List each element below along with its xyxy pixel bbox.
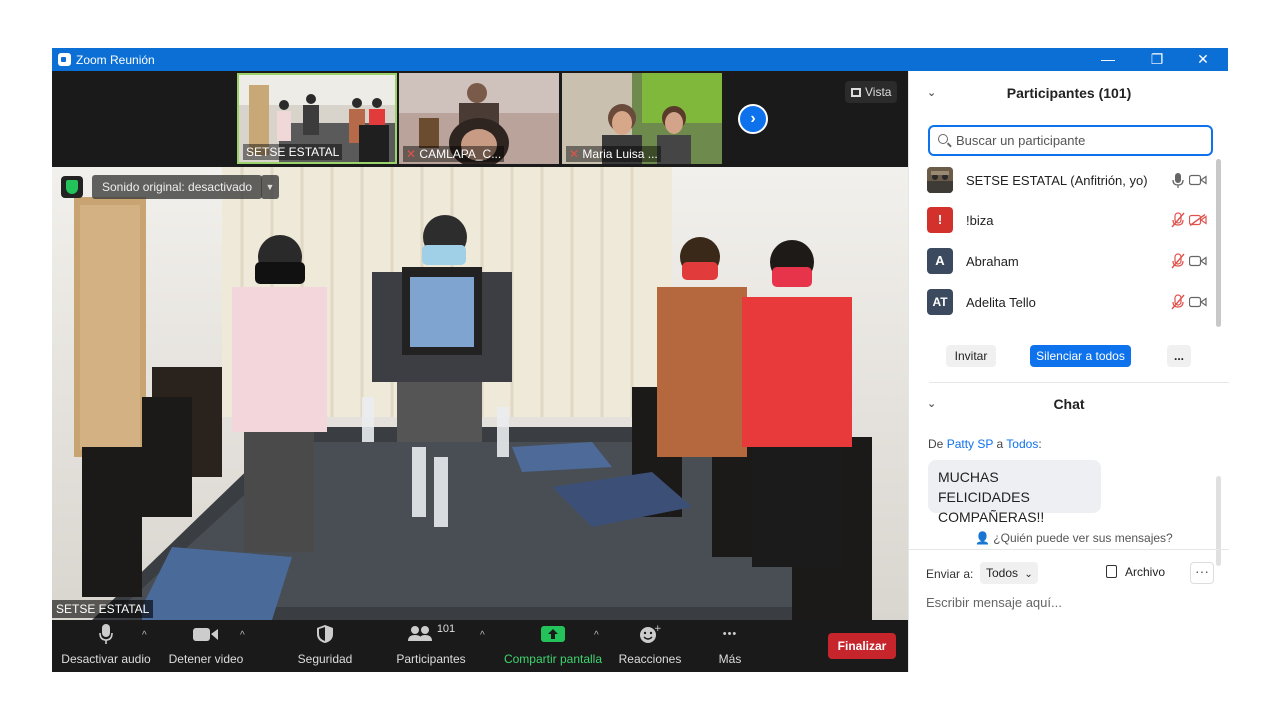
muted-mic-icon[interactable] (1171, 253, 1185, 269)
video-area: SETSE ESTATAL ✕ CAMLAPA_C... ✕ Maria Lui… (52, 71, 908, 620)
audio-options-caret[interactable]: ^ (142, 630, 147, 641)
chat-more-button[interactable]: ··· (1190, 562, 1214, 584)
grid-view-icon (851, 88, 861, 97)
microphone-icon (60, 620, 152, 648)
avatar: ! (927, 207, 953, 233)
view-button[interactable]: Vista (845, 81, 897, 103)
mute-all-button[interactable]: Silenciar a todos (1030, 345, 1131, 367)
video-camera-icon[interactable] (1189, 174, 1207, 186)
muted-mic-icon[interactable] (1171, 294, 1185, 310)
thumbnail-name: ✕ Maria Luisa ... (566, 146, 661, 162)
person-icon: 👤 (975, 531, 990, 545)
send-to-dropdown[interactable]: Todos ⌄ (980, 562, 1038, 584)
participants-button[interactable]: 101 Participantes (392, 620, 470, 672)
more-button[interactable]: ••• Más (702, 620, 758, 672)
emoji-reaction-icon: + (614, 620, 686, 648)
participant-row[interactable]: ! !biza (927, 205, 1217, 235)
collapse-chat-icon[interactable]: ⌄ (927, 382, 936, 426)
zoom-logo-icon (58, 53, 71, 66)
file-icon (1106, 565, 1117, 578)
participants-icon: 101 (392, 620, 470, 648)
shield-icon (66, 180, 78, 194)
muted-mic-icon: ✕ (569, 147, 580, 161)
participant-row[interactable]: SETSE ESTATAL (Anfitrión, yo) (927, 165, 1217, 195)
speaker-video-image (52, 167, 908, 620)
participants-title: Participantes (101) (1006, 85, 1132, 101)
thumbnail-name: ✕ CAMLAPA_C... (403, 146, 505, 162)
restore-button[interactable]: ❐ (1134, 48, 1180, 71)
gallery-strip: SETSE ESTATAL ✕ CAMLAPA_C... ✕ Maria Lui… (52, 71, 908, 167)
who-can-see-link[interactable]: 👤 ¿Quién puede ver sus mensajes? (975, 531, 1173, 545)
chevron-down-icon: ⌄ (1024, 569, 1033, 580)
end-meeting-button[interactable]: Finalizar (828, 633, 896, 659)
stop-video-button[interactable]: Detener video (164, 620, 248, 672)
invite-button[interactable]: Invitar (946, 345, 996, 367)
participant-row[interactable]: AT Adelita Tello (927, 287, 1217, 317)
file-button[interactable]: Archivo (1106, 565, 1165, 579)
window-title: Zoom Reunión (76, 53, 155, 67)
video-thumbnail[interactable]: SETSE ESTATAL (237, 73, 397, 164)
chat-message-bubble: MUCHAS FELICIDADES COMPAÑERAS!! (928, 460, 1101, 525)
svg-text:+: + (654, 624, 661, 634)
mute-audio-button[interactable]: Desactivar audio (60, 620, 152, 672)
share-options-caret[interactable]: ^ (594, 630, 599, 641)
avatar: AT (927, 289, 953, 315)
chat-scrollbar[interactable] (1216, 476, 1221, 566)
next-page-button[interactable]: › (738, 104, 768, 134)
search-icon (938, 134, 948, 144)
participants-header: ⌄ Participantes (101) (909, 71, 1229, 111)
muted-mic-icon[interactable] (1171, 212, 1185, 228)
video-options-caret[interactable]: ^ (240, 630, 245, 641)
participants-more-button[interactable]: ... (1167, 345, 1191, 367)
chat-sender[interactable]: Patty SP (947, 437, 993, 451)
security-button[interactable]: Seguridad (288, 620, 362, 672)
security-badge[interactable] (61, 176, 83, 198)
share-screen-button[interactable]: Compartir pantalla (498, 620, 608, 672)
participants-count: 101 (436, 623, 456, 635)
chat-title: Chat (1053, 396, 1085, 412)
microphone-icon[interactable] (1171, 172, 1185, 188)
zoom-window: Zoom Reunión — ❐ ✕ SETSE ESTATAL ✕ CAMLA… (52, 48, 1229, 672)
minimize-button[interactable]: — (1085, 48, 1131, 71)
original-sound-dropdown[interactable]: ▼ (261, 175, 279, 199)
thumbnail-name: SETSE ESTATAL (243, 144, 343, 160)
video-camera-icon (164, 620, 248, 648)
reactions-button[interactable]: + Reacciones (614, 620, 686, 672)
search-placeholder: Buscar un participante (956, 133, 1086, 148)
chat-message-input[interactable]: Escribir mensaje aquí... (926, 595, 1062, 610)
send-to-label: Enviar a: (926, 567, 974, 581)
panel-divider (909, 549, 1229, 550)
participant-search-input[interactable]: Buscar un participante (928, 125, 1213, 156)
speaker-name-label: SETSE ESTATAL (52, 600, 154, 618)
close-button[interactable]: ✕ (1180, 48, 1226, 71)
video-camera-icon[interactable] (1189, 255, 1207, 267)
video-thumbnail[interactable]: ✕ CAMLAPA_C... (399, 73, 559, 164)
main-video: Sonido original: desactivado ▼ SETSE EST… (52, 167, 908, 620)
chat-message-header: De Patty SP a Todos: (928, 437, 1042, 451)
collapse-participants-icon[interactable]: ⌄ (927, 71, 936, 115)
participants-options-caret[interactable]: ^ (480, 630, 485, 641)
original-sound-toggle[interactable]: Sonido original: desactivado (92, 175, 263, 199)
title-bar: Zoom Reunión — ❐ ✕ (52, 48, 1228, 71)
side-panel: ⌄ Participantes (101) Buscar un particip… (908, 71, 1229, 672)
participants-scrollbar[interactable] (1216, 159, 1221, 327)
shield-icon (288, 620, 362, 648)
muted-mic-icon: ✕ (406, 147, 417, 161)
chat-header: ⌄ Chat (909, 382, 1229, 422)
share-screen-icon (498, 620, 608, 648)
video-off-icon[interactable] (1189, 214, 1207, 226)
avatar: A (927, 248, 953, 274)
participant-row[interactable]: A Abraham (927, 246, 1217, 276)
chat-recipient: Todos (1006, 437, 1039, 451)
video-camera-icon[interactable] (1189, 296, 1207, 308)
avatar (927, 167, 953, 193)
more-dots-icon: ••• (722, 628, 738, 640)
meeting-toolbar: Desactivar audio ^ Detener video ^ Segur… (52, 620, 908, 672)
video-thumbnail[interactable]: ✕ Maria Luisa ... (562, 73, 722, 164)
